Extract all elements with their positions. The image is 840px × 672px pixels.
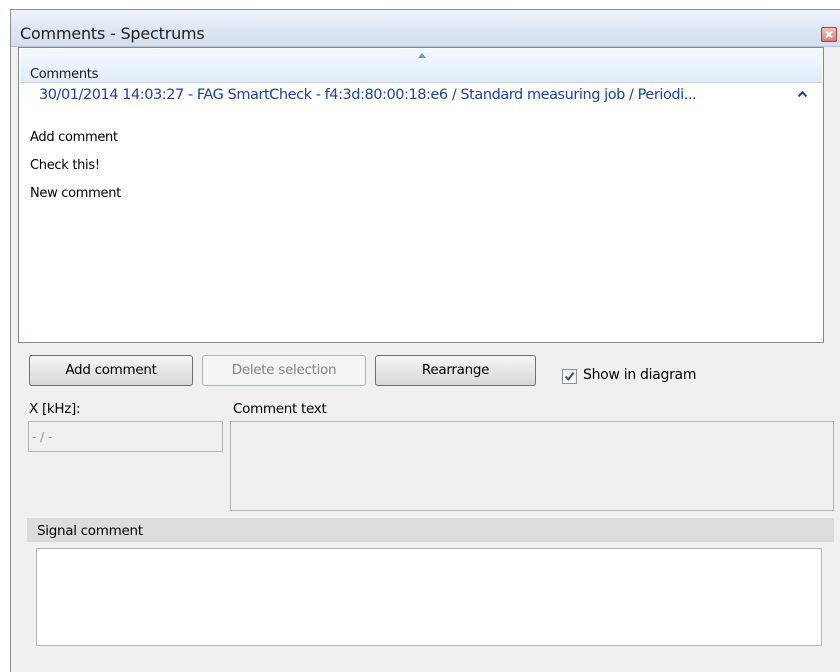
show-in-diagram-label: Show in diagram [583, 367, 697, 383]
x-value-field: - / - [28, 421, 223, 452]
comments-header-label: Comments [30, 67, 99, 82]
signal-comment-label: Signal comment [37, 523, 143, 539]
comment-text-field[interactable] [230, 421, 834, 511]
signal-comment-header: Signal comment [27, 518, 834, 542]
close-icon[interactable] [821, 27, 837, 42]
add-comment-button[interactable]: Add comment [29, 355, 193, 386]
collapse-icon[interactable] [798, 91, 807, 97]
show-in-diagram-checkbox[interactable] [562, 369, 577, 384]
sort-ascending-icon [418, 53, 426, 58]
window-title: Comments - Spectrums [20, 24, 205, 43]
comment-list-item[interactable]: Check this! [30, 158, 100, 173]
x-field-label: X [kHz]: [29, 401, 81, 417]
title-bar[interactable]: Comments - Spectrums [11, 10, 840, 47]
comments-column-header[interactable]: Comments [20, 49, 822, 83]
comment-list-item[interactable]: New comment [30, 186, 121, 201]
comment-text-label: Comment text [233, 401, 327, 417]
rearrange-button[interactable]: Rearrange [375, 355, 536, 386]
comment-list-item[interactable]: Add comment [30, 130, 118, 145]
checkmark-icon [564, 372, 575, 382]
comment-group-title: 30/01/2014 14:03:27 - FAG SmartCheck - f… [39, 87, 697, 103]
comments-list[interactable]: Comments 30/01/2014 14:03:27 - FAG Smart… [18, 47, 824, 343]
signal-comment-field[interactable] [36, 548, 822, 646]
delete-selection-button[interactable]: Delete selection [202, 355, 366, 386]
comment-group-row[interactable]: 30/01/2014 14:03:27 - FAG SmartCheck - f… [20, 83, 822, 109]
